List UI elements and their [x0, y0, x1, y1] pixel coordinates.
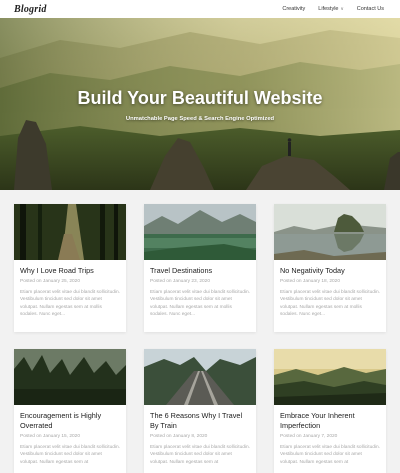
post-card[interactable]: The 6 Reasons Why I Travel By Train Post…	[144, 349, 256, 473]
nav-item-label: Contact Us	[356, 6, 384, 12]
post-excerpt: Etiam placerat velit vitae dui blandit s…	[280, 445, 380, 465]
post-title[interactable]: The 6 Reasons Why I Travel By Train	[150, 411, 250, 431]
post-date: Posted on January 8, 2020	[150, 434, 208, 439]
nav-item-label: Creativity	[282, 6, 306, 12]
post-thumbnail-railway-tracks[interactable]	[144, 349, 256, 405]
main-nav: Creativity Lifestyle ∨ Contact Us	[282, 6, 384, 12]
post-excerpt: Etiam placerat velit vitae dui blandit s…	[150, 445, 250, 465]
post-title[interactable]: Travel Destinations	[150, 266, 250, 276]
post-title[interactable]: No Negativity Today	[280, 266, 380, 276]
post-card[interactable]: Embrace Your Inherent Imperfection Poste…	[274, 349, 386, 473]
post-thumbnail-foggy-forest[interactable]	[14, 349, 126, 405]
post-thumbnail-island-reflection[interactable]	[274, 204, 386, 260]
post-title[interactable]: Embrace Your Inherent Imperfection	[280, 411, 380, 431]
post-thumbnail-forest-road[interactable]	[14, 204, 126, 260]
chevron-down-icon: ∨	[340, 6, 344, 11]
hero-title: Build Your Beautiful Website	[77, 88, 323, 108]
hero-subtitle: Unmatchable Page Speed & Search Engine O…	[125, 116, 275, 122]
post-date: Posted on January 18, 2020	[280, 279, 341, 284]
hero-banner: Build Your Beautiful Website Unmatchable…	[0, 18, 400, 190]
nav-item-creativity[interactable]: Creativity	[282, 6, 305, 12]
post-card[interactable]: Travel Destinations Posted on January 23…	[144, 204, 256, 332]
post-thumbnail-mountain-lake[interactable]	[144, 204, 256, 260]
post-date: Posted on January 7, 2020	[280, 434, 338, 439]
post-excerpt: Etiam placerat velit vitae dui blandit s…	[20, 290, 120, 317]
post-excerpt: Etiam placerat velit vitae dui blandit s…	[150, 290, 250, 317]
nav-item-label: Lifestyle	[318, 6, 339, 12]
post-title[interactable]: Why I Love Road Trips	[20, 266, 120, 276]
post-card[interactable]: Why I Love Road Trips Posted on January …	[14, 204, 126, 332]
post-date: Posted on January 15, 2020	[20, 434, 81, 439]
post-card[interactable]: No Negativity Today Posted on January 18…	[274, 204, 386, 332]
post-excerpt: Etiam placerat velit vitae dui blandit s…	[20, 445, 120, 465]
site-header: Blogrid Creativity Lifestyle ∨ Contact Us	[0, 0, 400, 18]
post-card[interactable]: Encouragement is Highly Overrated Posted…	[14, 349, 126, 473]
nav-item-contact-us[interactable]: Contact Us	[357, 6, 384, 12]
nav-item-lifestyle[interactable]: Lifestyle ∨	[318, 6, 343, 12]
post-title[interactable]: Encouragement is Highly Overrated	[20, 411, 120, 431]
post-date: Posted on January 25, 2020	[20, 279, 81, 284]
post-date: Posted on January 23, 2020	[150, 279, 211, 284]
post-excerpt: Etiam placerat velit vitae dui blandit s…	[280, 290, 380, 317]
site-logo[interactable]: Blogrid	[14, 4, 47, 15]
post-thumbnail-sunset-hills[interactable]	[274, 349, 386, 405]
